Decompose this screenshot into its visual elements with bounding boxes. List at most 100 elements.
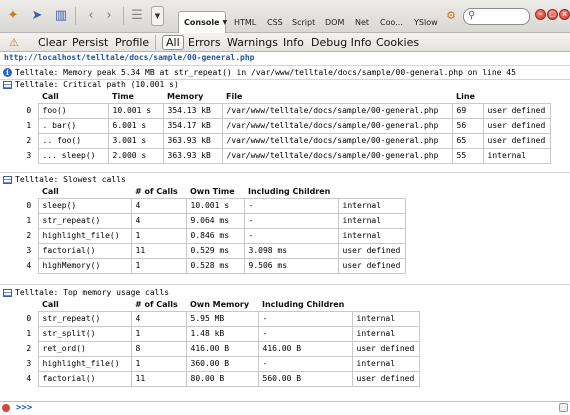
table-cell: 354.13 kB <box>162 102 223 119</box>
info-icon: i <box>3 68 12 77</box>
tab-cookies[interactable]: Coo... <box>380 12 403 32</box>
table-cell: 11 <box>130 370 187 387</box>
table-icon <box>3 289 12 297</box>
table-header[interactable]: # of Calls <box>131 298 186 311</box>
table-header[interactable]: File <box>222 90 452 103</box>
close-icon[interactable]: × <box>559 9 570 20</box>
profile-label: Profile <box>115 36 150 49</box>
table-cell: 55 <box>451 147 484 164</box>
filter-errors[interactable]: Errors <box>188 35 221 50</box>
tab-net[interactable]: Net <box>355 12 369 32</box>
tab-label: Script <box>292 17 316 27</box>
table-cell: 363.93 kB <box>162 147 223 164</box>
table-header[interactable]: Call <box>38 298 131 311</box>
filter-debug-info[interactable]: Debug Info <box>311 35 372 50</box>
tab-console-label: Console <box>184 18 220 27</box>
detach-icon[interactable]: □ <box>547 9 558 20</box>
filter-warnings[interactable]: Warnings <box>227 35 278 50</box>
table-header[interactable]: Including Children <box>244 185 338 198</box>
tab-html[interactable]: HTML <box>234 12 256 32</box>
profile-button[interactable]: Profile <box>115 35 149 50</box>
menu-list-icon[interactable]: ☰ <box>128 6 146 24</box>
console-output: http://localhost/telltale/docs/sample/00… <box>0 52 570 401</box>
table-row: 3 factorial() 11 0.529 ms 3.098 ms user … <box>20 242 406 259</box>
inspect-element-icon[interactable]: ▥ <box>52 6 70 24</box>
page-url[interactable]: http://localhost/telltale/docs/sample/00… <box>4 53 254 62</box>
table-cell: - <box>257 310 353 327</box>
critical-path-table: Call Time Memory File Line 0 foo() 10.00… <box>20 90 551 164</box>
table-cell: ... sleep() <box>37 147 109 164</box>
firebug-menu-icon[interactable]: ✦ <box>4 6 22 24</box>
table-cell: factorial() <box>37 242 132 259</box>
table-header[interactable]: Line <box>452 90 483 103</box>
row-index: 1 <box>20 118 38 133</box>
table-row: 2 highlight_file() 1 0.846 ms - internal <box>20 227 406 244</box>
persist-button[interactable]: Persist <box>72 35 108 50</box>
table-cell: - <box>257 355 353 372</box>
toolbar-separator <box>155 35 156 50</box>
clear-button[interactable]: Clear <box>38 35 67 50</box>
table-cell: 1 <box>130 227 187 244</box>
table-header[interactable]: Time <box>108 90 163 103</box>
table-header[interactable]: Own Memory <box>186 298 258 311</box>
tab-yslow[interactable]: YSlow <box>414 12 438 32</box>
table-cell: 69 <box>451 102 484 119</box>
table-header[interactable]: # of Calls <box>131 185 186 198</box>
table-cell: 10.001 s <box>107 102 164 119</box>
table-cell: user defined <box>351 370 420 387</box>
row-index: 3 <box>20 243 38 258</box>
table-header[interactable]: Own Time <box>186 185 244 198</box>
tab-script[interactable]: Script <box>292 12 315 32</box>
row-index: 4 <box>20 258 38 273</box>
table-cell: - <box>243 227 339 244</box>
tab-console[interactable]: Console ▼ <box>178 11 227 33</box>
table-header-row: Call # of Calls Own Memory Including Chi… <box>20 298 419 311</box>
slowest-calls-table: Call # of Calls Own Time Including Child… <box>20 185 406 274</box>
table-cell: . bar() <box>37 117 109 134</box>
console-filter-bar: ⚠ Clear Persist Profile All Errors Warni… <box>0 33 570 52</box>
table-cell: internal <box>337 227 406 244</box>
table-cell: 9.506 ms <box>243 257 339 274</box>
tab-dom[interactable]: DOM <box>325 12 344 32</box>
search-input[interactable]: ⚲ <box>463 8 530 25</box>
table-row: 1 str_repeat() 4 9.064 ms - internal <box>20 212 406 229</box>
chevron-down-icon[interactable]: ▼ <box>151 6 164 26</box>
table-cell: 5.95 MB <box>185 310 259 327</box>
table-cell: 8 <box>130 340 187 357</box>
command-line[interactable]: >>> <box>0 401 570 415</box>
tab-label: YSlow <box>414 17 438 27</box>
back-icon[interactable]: ‹ <box>82 6 100 24</box>
table-cell: ret_ord() <box>37 340 132 357</box>
table-row: 0 foo() 10.001 s 354.13 kB /var/www/tell… <box>20 102 551 119</box>
filter-info[interactable]: Info <box>283 35 304 50</box>
table-header[interactable]: Including Children <box>258 298 352 311</box>
memory-usage-table: Call # of Calls Own Memory Including Chi… <box>20 298 420 387</box>
table-header-row: Call Time Memory File Line <box>20 90 550 103</box>
table-header[interactable]: Call <box>38 90 108 103</box>
table-cell: 416.00 B <box>185 340 259 357</box>
yslow-icon[interactable]: ⚙ <box>442 6 460 24</box>
table-header[interactable]: Call <box>38 185 131 198</box>
table-header <box>20 298 38 311</box>
table-row: 2 ret_ord() 8 416.00 B 416.00 B user def… <box>20 340 420 357</box>
toolbar-separator <box>75 7 76 25</box>
filter-all[interactable]: All <box>162 35 184 50</box>
table-cell: 1 <box>130 257 187 274</box>
table-cell: factorial() <box>37 370 132 387</box>
table-cell: - <box>243 212 339 229</box>
forward-icon[interactable]: › <box>100 6 118 24</box>
table-cell: 0.529 ms <box>185 242 245 259</box>
expand-command-editor-icon[interactable] <box>559 403 568 412</box>
table-header[interactable]: Memory <box>163 90 222 103</box>
filter-cookies[interactable]: Cookies <box>376 35 419 50</box>
table-cell: .. foo() <box>37 132 109 149</box>
table-cell: 0.846 ms <box>185 227 245 244</box>
tab-css[interactable]: CSS <box>267 12 283 32</box>
table-cell: user defined <box>337 242 406 259</box>
filter-label: Warnings <box>227 36 278 49</box>
table-cell: user defined <box>337 257 406 274</box>
table-cell: str_repeat() <box>37 310 132 327</box>
log-divider <box>0 172 570 173</box>
minimize-icon[interactable]: – <box>535 9 546 20</box>
inspect-icon[interactable]: ➤ <box>28 6 46 24</box>
